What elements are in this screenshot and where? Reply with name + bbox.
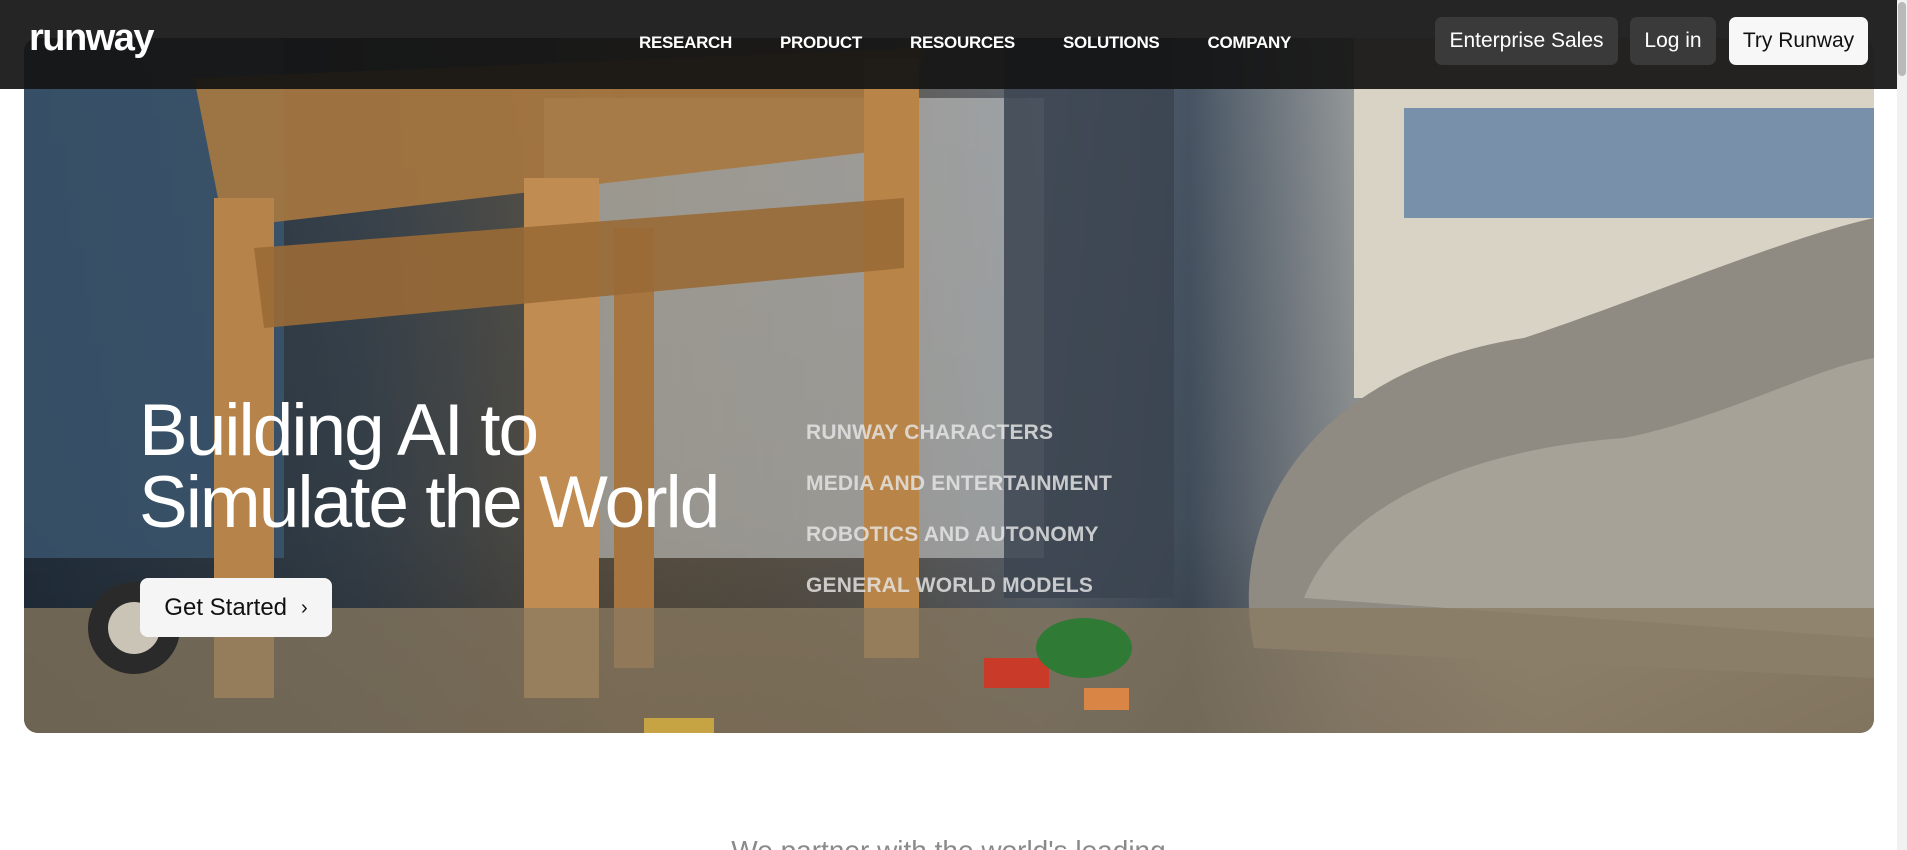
nav-research[interactable]: RESEARCH (639, 33, 732, 53)
hero-section: Building AI to Simulate the World Get St… (24, 38, 1874, 733)
nav-company[interactable]: COMPANY (1207, 33, 1291, 53)
category-general-world-models[interactable]: GENERAL WORLD MODELS (806, 573, 1112, 624)
page-scrollbar[interactable] (1897, 0, 1907, 850)
enterprise-sales-button[interactable]: Enterprise Sales (1435, 17, 1618, 65)
chevron-right-icon: › (301, 596, 308, 619)
main-nav: RESEARCH PRODUCT RESOURCES SOLUTIONS COM… (639, 33, 1339, 53)
scrollbar-thumb[interactable] (1898, 2, 1906, 76)
category-runway-characters[interactable]: RUNWAY CHARACTERS (806, 420, 1112, 471)
nav-product[interactable]: PRODUCT (780, 33, 862, 53)
get-started-label: Get Started (164, 593, 288, 621)
hero-title-line-1: Building AI to (139, 390, 539, 471)
get-started-button[interactable]: Get Started › (140, 578, 332, 637)
category-list: RUNWAY CHARACTERS MEDIA AND ENTERTAINMEN… (806, 420, 1112, 624)
partner-heading: We partner with the world's leading (0, 835, 1897, 850)
nav-solutions[interactable]: SOLUTIONS (1063, 33, 1160, 53)
runway-logo[interactable]: runway (29, 16, 155, 60)
category-media-entertainment[interactable]: MEDIA AND ENTERTAINMENT (806, 471, 1112, 522)
try-runway-button[interactable]: Try Runway (1729, 17, 1868, 65)
category-robotics-autonomy[interactable]: ROBOTICS AND AUTONOMY (806, 522, 1112, 573)
hero-title-line-2: Simulate the World (139, 462, 720, 543)
nav-resources[interactable]: RESOURCES (910, 33, 1015, 53)
login-button[interactable]: Log in (1630, 17, 1716, 65)
page: Building AI to Simulate the World Get St… (0, 0, 1907, 850)
hero-title: Building AI to Simulate the World (139, 390, 720, 543)
site-header: runway RESEARCH PRODUCT RESOURCES SOLUTI… (0, 0, 1897, 89)
